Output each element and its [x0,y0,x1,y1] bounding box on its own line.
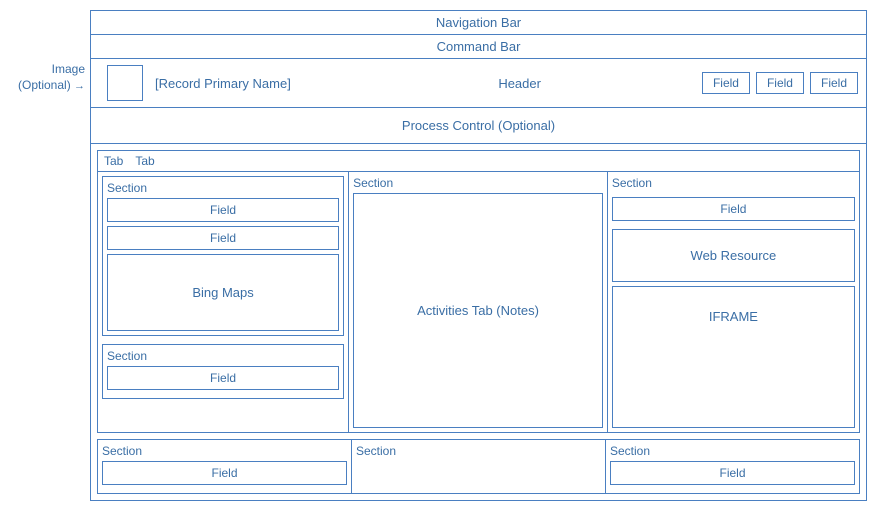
mid-column: Section Activities Tab (Notes) [349,172,608,432]
tabs-row: Tab Tab [98,151,859,172]
header-label: Header [337,76,702,91]
columns-row: Section Field Field Bing Maps Section Fi… [98,172,859,432]
bottom-field-1[interactable]: Field [102,461,347,485]
header-fields: Field Field Field [702,72,858,94]
bottom-section-3-label: Section [610,444,855,458]
main-tabs-area: Tab Tab Section Field Field Bing Maps Se… [97,150,860,433]
left-field-2[interactable]: Field [107,226,339,250]
right-section-label: Section [612,176,855,190]
right-field-1[interactable]: Field [612,197,855,221]
arrow-icon: → [74,80,85,92]
mid-section-label: Section [353,176,603,190]
header-field-1[interactable]: Field [702,72,750,94]
bottom-col-1: Section Field [98,440,352,493]
process-control: Process Control (Optional) [91,108,866,144]
bing-maps: Bing Maps [107,254,339,331]
left-field-1[interactable]: Field [107,198,339,222]
tab-1[interactable]: Tab [104,154,123,168]
record-primary-name: [Record Primary Name] [143,76,337,91]
left-section-2: Section Field [102,344,344,399]
header-field-2[interactable]: Field [756,72,804,94]
left-section-1-label: Section [107,181,339,195]
left-column: Section Field Field Bing Maps Section Fi… [98,172,349,432]
header-field-3[interactable]: Field [810,72,858,94]
command-bar: Command Bar [91,35,866,59]
app-frame: Navigation Bar Command Bar [Record Prima… [90,10,867,501]
activities-tab: Activities Tab (Notes) [353,193,603,428]
bottom-sections-area: Section Field Section Section Field [97,439,860,494]
image-placeholder [107,65,143,101]
header-row: [Record Primary Name] Header Field Field… [91,59,866,108]
bottom-field-3[interactable]: Field [610,461,855,485]
left-section-1: Section Field Field Bing Maps [102,176,344,336]
left-field-3[interactable]: Field [107,366,339,390]
web-resource: Web Resource [612,229,855,282]
tab-2[interactable]: Tab [135,154,154,168]
bottom-section-2-label: Section [356,444,601,458]
left-section-2-label: Section [107,349,339,363]
bottom-col-3: Section Field [606,440,859,493]
bottom-col-2: Section [352,440,606,493]
right-column: Section Field Web Resource IFRAME [608,172,859,432]
iframe-box: IFRAME [612,286,855,428]
bottom-section-1-label: Section [102,444,347,458]
navigation-bar: Navigation Bar [91,11,866,35]
